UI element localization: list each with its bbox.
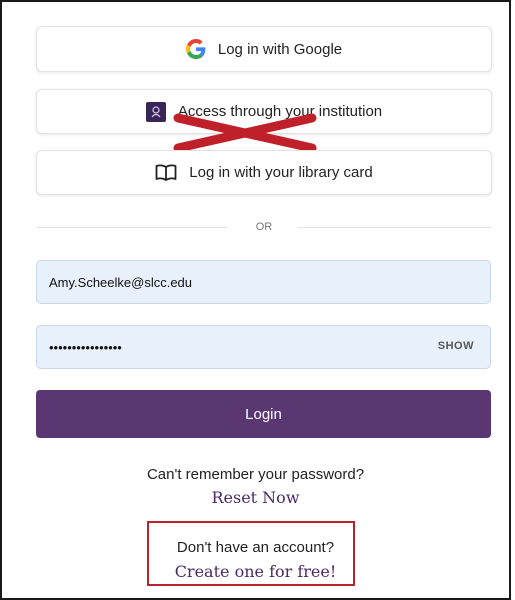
- email-field[interactable]: [37, 274, 490, 290]
- email-field-container: [36, 260, 491, 304]
- library-card-login-label: Log in with your library card: [189, 164, 373, 181]
- reset-now-link[interactable]: Reset Now: [0, 488, 511, 507]
- divider-line-right: [298, 227, 492, 228]
- create-account-link[interactable]: Create one for free!: [0, 562, 511, 581]
- google-login-button[interactable]: Log in with Google: [36, 26, 492, 72]
- book-icon: [155, 163, 177, 182]
- no-account-text: Don't have an account?: [176, 539, 335, 556]
- or-divider: OR: [36, 219, 492, 237]
- password-field[interactable]: [37, 339, 490, 355]
- red-x-mark: [173, 113, 317, 153]
- forgot-password-text: Can't remember your password?: [146, 466, 365, 483]
- library-card-login-button[interactable]: Log in with your library card: [36, 150, 492, 195]
- show-password-button[interactable]: SHOW: [438, 340, 474, 352]
- institution-icon: [145, 101, 166, 122]
- login-button[interactable]: Login: [36, 390, 491, 438]
- google-icon: [185, 39, 206, 59]
- google-login-label: Log in with Google: [217, 40, 343, 58]
- password-field-container: SHOW: [36, 325, 491, 369]
